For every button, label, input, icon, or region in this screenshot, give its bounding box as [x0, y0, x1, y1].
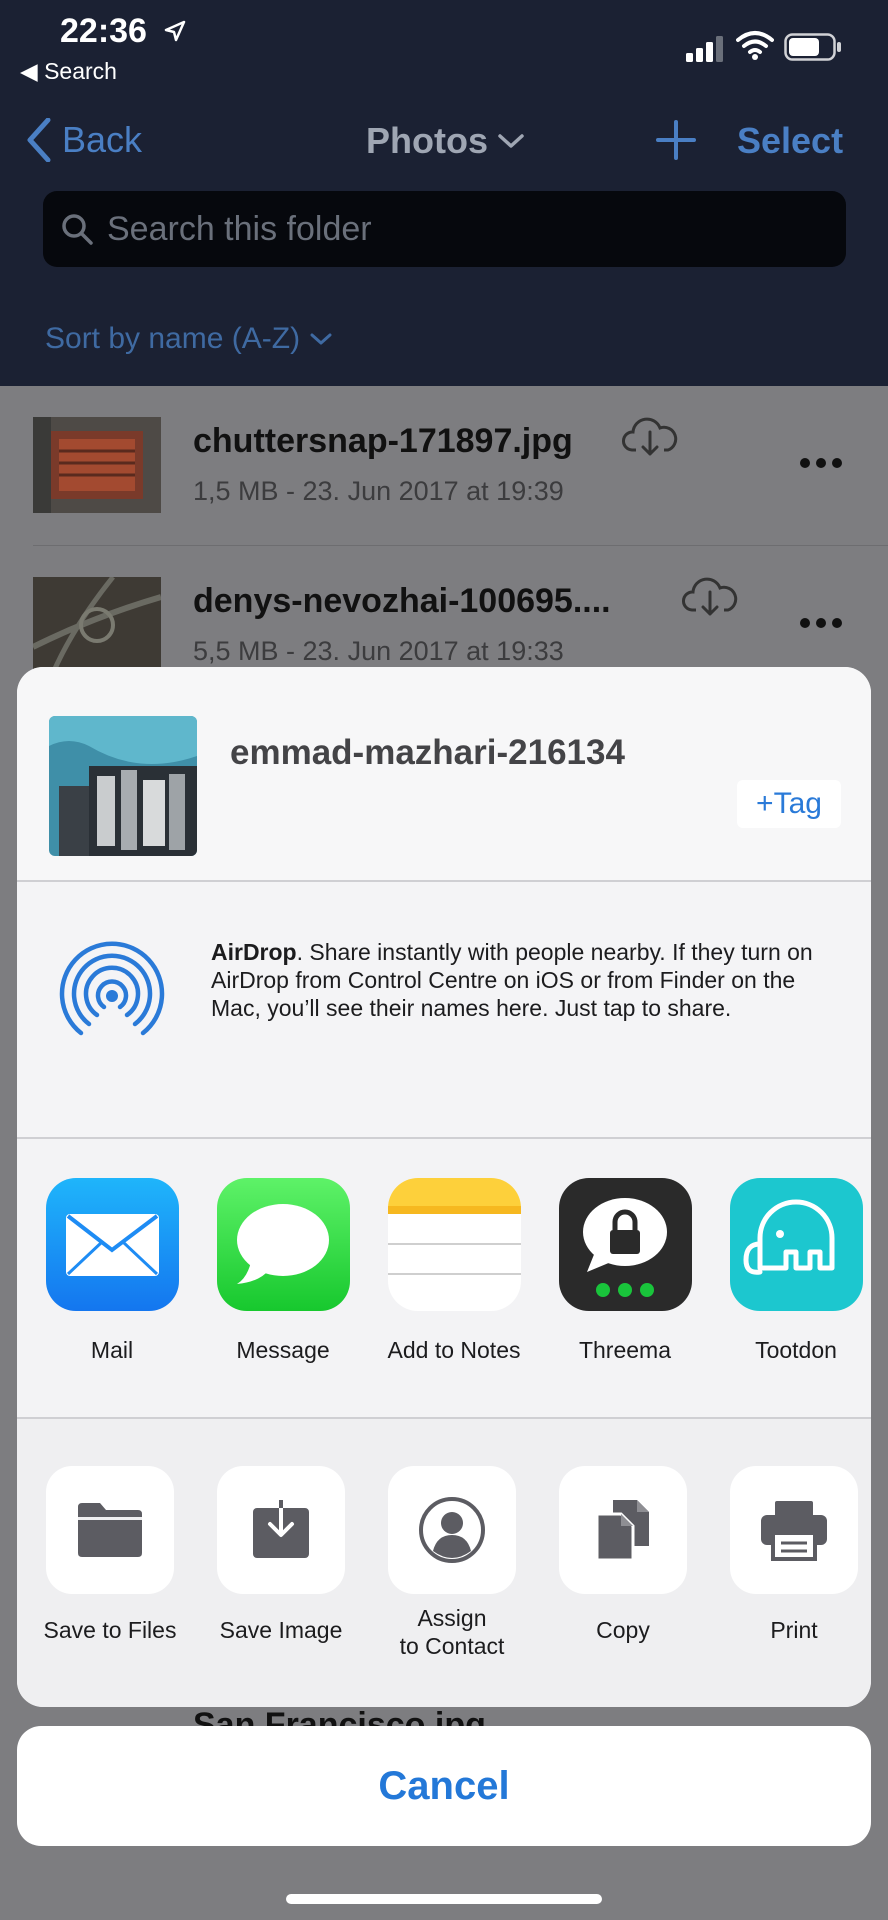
copy-icon	[595, 1500, 649, 1562]
app-label: Mail	[90, 1337, 134, 1363]
back-label: Back	[62, 119, 143, 160]
select-button[interactable]: Select	[737, 120, 843, 162]
action-label-line2: to Contact	[399, 1633, 505, 1659]
share-sheet: emmad-mazhari-216134 +Tag AirDrop. Share…	[17, 667, 871, 1707]
back-button[interactable]: Back	[26, 118, 142, 162]
search-placeholder: Search this folder	[107, 209, 372, 248]
search-field[interactable]: Search this folder	[43, 191, 846, 267]
app-label: Threema	[578, 1337, 672, 1363]
folder-icon	[78, 1503, 142, 1557]
message-icon	[216, 1178, 350, 1311]
copy-button[interactable]: Copy	[537, 1466, 709, 1644]
cancel-button[interactable]: Cancel	[17, 1726, 871, 1846]
chevron-down-icon	[498, 134, 524, 148]
file-thumbnail	[33, 577, 161, 673]
folder-title-dropdown[interactable]: Photos	[366, 120, 524, 162]
airdrop-body: . Share instantly with people nearby. If…	[211, 939, 813, 1021]
notes-icon	[387, 1178, 521, 1311]
cloud-download-icon[interactable]	[682, 576, 738, 616]
file-thumbnail	[33, 417, 161, 513]
airdrop-icon	[59, 941, 165, 1038]
action-label: Copy	[596, 1617, 650, 1643]
back-app-label: Search	[44, 58, 117, 84]
battery-icon	[784, 33, 841, 61]
file-preview-image	[49, 716, 197, 856]
save-to-files-button[interactable]: Save to Files	[24, 1466, 196, 1644]
sort-label: Sort by name (A-Z)	[45, 322, 301, 355]
shared-file-title: emmad-mazhari-216134	[230, 733, 625, 772]
action-label: Print	[770, 1617, 818, 1643]
cloud-download-icon[interactable]	[622, 416, 678, 456]
file-name: chuttersnap-171897.jpg	[193, 422, 573, 460]
file-meta: 1,5 MB - 23. Jun 2017 at 19:39	[193, 476, 564, 506]
share-app-threema[interactable]: Threema	[545, 1178, 705, 1364]
plus-icon[interactable]	[654, 118, 698, 162]
save-image-icon	[253, 1500, 309, 1558]
tootdon-icon	[729, 1178, 863, 1311]
folder-title: Photos	[366, 120, 488, 161]
file-meta: 5,5 MB - 23. Jun 2017 at 19:33	[193, 636, 564, 666]
share-apps-row: Mail Message Add to Notes Threema Tootdo…	[17, 1139, 871, 1417]
chevron-down-icon	[310, 333, 332, 345]
back-to-search-link[interactable]: ◀ Search	[20, 58, 117, 85]
action-label: Save Image	[219, 1617, 343, 1643]
print-button[interactable]: Print	[708, 1466, 871, 1644]
location-arrow-icon	[164, 20, 186, 42]
more-options-icon[interactable]	[800, 618, 842, 628]
add-tag-button[interactable]: +Tag	[737, 780, 841, 828]
more-options-icon[interactable]	[800, 458, 842, 468]
signal-icon	[686, 36, 723, 62]
status-time: 22:36	[60, 12, 147, 50]
assign-to-contact-label: Assign to Contact	[366, 1419, 538, 1660]
airdrop-description: AirDrop. Share instantly with people nea…	[211, 938, 841, 1022]
list-item[interactable]: chuttersnap-171897.jpg 1,5 MB - 23. Jun …	[0, 386, 888, 546]
home-indicator	[286, 1894, 602, 1904]
top-bar: 22:36 ◀ Search Back Photos Select Search…	[0, 0, 888, 386]
share-app-notes[interactable]: Add to Notes	[374, 1178, 534, 1364]
share-actions-row: Save to Files Save Image Assign to Conta…	[17, 1419, 871, 1707]
threema-icon	[558, 1178, 692, 1311]
file-name: denys-nevozhai-100695....	[193, 582, 611, 620]
save-image-button[interactable]: Save Image	[195, 1466, 367, 1644]
mail-icon	[45, 1178, 179, 1311]
airdrop-title: AirDrop	[211, 939, 297, 965]
chevron-left-icon	[27, 118, 51, 162]
app-label: Message	[236, 1337, 330, 1363]
search-icon	[62, 214, 93, 245]
share-app-mail[interactable]: Mail	[32, 1178, 192, 1364]
sort-dropdown[interactable]: Sort by name (A-Z)	[45, 322, 332, 356]
action-label-line1: Assign	[417, 1605, 487, 1631]
share-sheet-header: emmad-mazhari-216134 +Tag	[17, 667, 871, 880]
app-label: Add to Notes	[387, 1337, 521, 1363]
wifi-icon	[736, 31, 774, 60]
action-label: Save to Files	[43, 1617, 177, 1643]
printer-icon	[761, 1501, 827, 1561]
share-app-tootdon[interactable]: Tootdon	[716, 1178, 871, 1364]
app-label: Tootdon	[755, 1337, 837, 1363]
share-app-message[interactable]: Message	[203, 1178, 363, 1364]
airdrop-section[interactable]: AirDrop. Share instantly with people nea…	[17, 882, 871, 1137]
